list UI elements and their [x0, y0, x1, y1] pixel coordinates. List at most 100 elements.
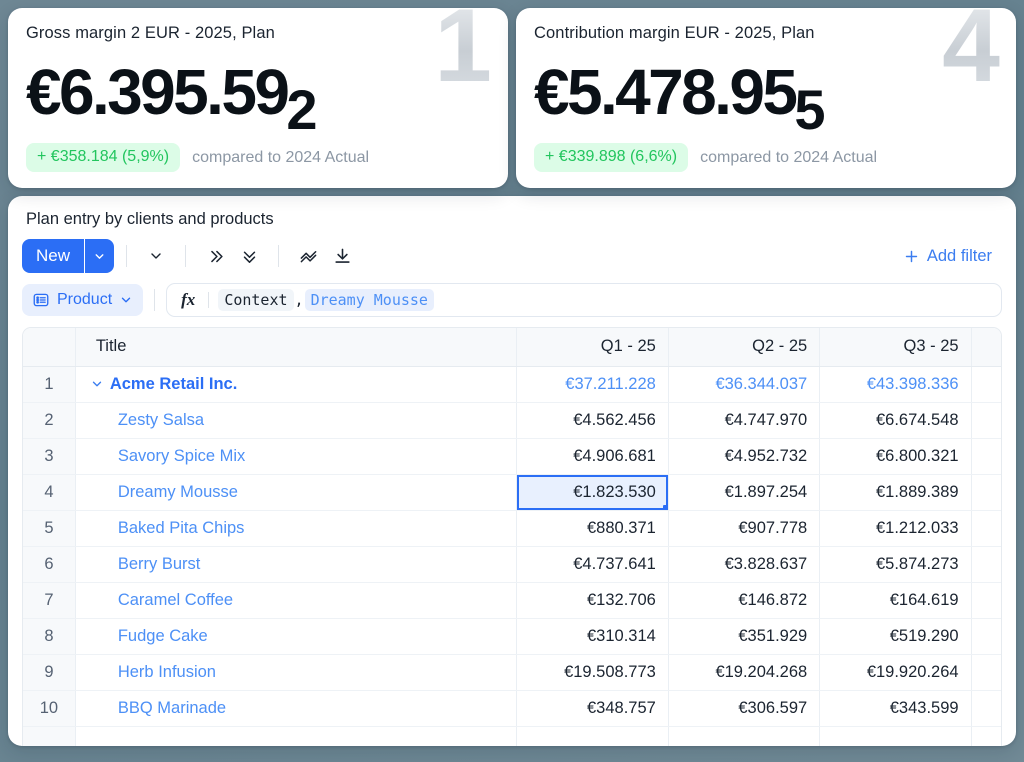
row-title-cell[interactable]: Zesty Salsa — [75, 402, 518, 439]
value-cell[interactable]: €907.778 — [668, 510, 821, 547]
value-cell[interactable]: €19.508.773 — [516, 654, 669, 691]
row-number[interactable]: 3 — [23, 438, 76, 475]
row-expander-chevron-down-icon[interactable] — [88, 375, 106, 393]
add-filter-button[interactable]: Add filter — [893, 247, 1002, 266]
row-number[interactable]: 7 — [23, 582, 76, 619]
row-title-cell[interactable]: BBQ Marinade — [75, 690, 518, 727]
value-cell[interactable]: €310.314 — [516, 618, 669, 655]
row-title-link[interactable]: BBQ Marinade — [118, 699, 226, 718]
table-row[interactable]: 8 Fudge Cake €310.314€351.929€519.290€459.… — [23, 618, 1001, 655]
table-row[interactable]: 7 Caramel Coffee €132.706€146.872€164.619€… — [23, 582, 1001, 619]
table-row[interactable]: 2 Zesty Salsa €4.562.456 €4.747.970 €6.674.5… — [23, 402, 1001, 439]
row-number[interactable]: 8 — [23, 618, 76, 655]
table-row[interactable]: 3 Savory Spice Mix €4.906.681 €4.952.732 €6.… — [23, 438, 1001, 475]
value-cell[interactable]: €21.699.974 — [971, 654, 1001, 691]
selected-value-cell[interactable]: €1.823.530 — [516, 474, 669, 511]
row-title-link[interactable]: Herb Infusion — [118, 663, 216, 682]
value-cell[interactable]: €37.211.228 — [516, 366, 669, 403]
value-cell[interactable]: €6.674.548 — [819, 402, 972, 439]
formula-token-context[interactable]: Context — [218, 288, 294, 312]
value-cell[interactable]: €43.398.336 — [819, 366, 972, 403]
value-cell[interactable]: €1.897.254 — [668, 474, 821, 511]
row-number[interactable]: 9 — [23, 654, 76, 691]
value-cell[interactable]: €100.785 — [971, 582, 1001, 619]
value-cell[interactable]: €4.737.641 — [516, 546, 669, 583]
value-cell[interactable]: €4.631.628 — [971, 438, 1001, 475]
value-cell[interactable]: €1.212.033 — [819, 510, 972, 547]
row-title-cell[interactable]: Fudge Cake — [75, 618, 518, 655]
table-row[interactable]: 6 Berry Burst €4.737.641 €3.828.637 €5.874.2… — [23, 546, 1001, 583]
column-header-q1[interactable]: Q1 - 25 — [516, 328, 669, 367]
row-number[interactable]: 10 — [23, 690, 76, 727]
row-number[interactable]: 6 — [23, 546, 76, 583]
value-cell[interactable]: €2.275.232 — [971, 474, 1001, 511]
row-number[interactable]: 5 — [23, 510, 76, 547]
value-cell[interactable]: €351.929 — [668, 618, 821, 655]
row-title-cell[interactable]: Dreamy Mousse — [75, 474, 518, 511]
data-grid-container[interactable]: Title Q1 - 25 Q2 - 25 Q3 - 25 Q4 - 25 1 A… — [22, 327, 1002, 746]
value-cell[interactable]: €1.889.389 — [819, 474, 972, 511]
value-cell[interactable]: €146.872 — [668, 582, 821, 619]
value-cell[interactable]: €343.599 — [819, 690, 972, 727]
value-cell[interactable]: €4.906.681 — [516, 438, 669, 475]
table-row[interactable]: 9 Herb Infusion €19.508.773 €19.204.268 €19.… — [23, 654, 1001, 691]
row-title-cell[interactable]: Acme Retail Inc. — [75, 366, 518, 403]
row-title-link[interactable]: Savory Spice Mix — [118, 447, 245, 466]
row-number[interactable]: 4 — [23, 474, 76, 511]
value-cell[interactable]: €306.597 — [668, 690, 821, 727]
value-cell[interactable]: €4.562.456 — [516, 402, 669, 439]
value-cell[interactable]: €4.747.970 — [668, 402, 821, 439]
row-title-link[interactable]: Berry Burst — [118, 555, 201, 574]
formula-bar[interactable]: fx Context , Dreamy Mousse — [166, 283, 1002, 317]
value-cell[interactable]: €3.828.637 — [668, 546, 821, 583]
row-title-link[interactable]: Caramel Coffee — [118, 591, 233, 610]
row-title-cell[interactable]: Berry Burst — [75, 546, 518, 583]
dimension-chip-product[interactable]: Product — [22, 284, 144, 316]
table-row[interactable]: 5 Baked Pita Chips €880.371 €907.778 €1.212.… — [23, 510, 1001, 547]
value-cell[interactable]: €19.204.268 — [668, 654, 821, 691]
value-cell[interactable]: €4.952.732 — [668, 438, 821, 475]
fill-handle[interactable] — [662, 504, 668, 509]
row-title-link[interactable]: Fudge Cake — [118, 627, 208, 646]
value-cell[interactable]: €19.920.264 — [819, 654, 972, 691]
row-title-cell[interactable]: Savory Spice Mix — [75, 438, 518, 475]
formula-token-value[interactable]: Dreamy Mousse — [304, 288, 434, 312]
row-title-link[interactable]: Dreamy Mousse — [118, 483, 238, 502]
row-title-cell[interactable]: Baked Pita Chips — [75, 510, 518, 547]
value-cell[interactable]: €36.344.037 — [668, 366, 821, 403]
column-header-q4[interactable]: Q4 - 25 — [971, 328, 1001, 367]
table-row[interactable]: 4 Dreamy Mousse €1.823.530 €1.897.254 €1.889… — [23, 474, 1001, 511]
table-row[interactable]: 10 BBQ Marinade €348.757€306.597€343.599€6… — [23, 690, 1001, 727]
view-dropdown-button[interactable] — [139, 239, 173, 273]
download-button[interactable] — [325, 239, 359, 273]
row-title-cell[interactable]: Herb Infusion — [75, 654, 518, 691]
value-cell[interactable]: €880.371 — [516, 510, 669, 547]
new-dropdown-button[interactable] — [84, 239, 114, 273]
row-number[interactable]: 2 — [23, 402, 76, 439]
collapse-all-button[interactable] — [198, 239, 232, 273]
expand-all-button[interactable] — [232, 239, 266, 273]
row-number[interactable]: 1 — [23, 366, 76, 403]
value-cell[interactable]: €42.721.951 — [971, 366, 1001, 403]
trend-chart-button[interactable] — [291, 239, 325, 273]
row-title-link[interactable]: Acme Retail Inc. — [110, 375, 237, 394]
row-title-link[interactable]: Baked Pita Chips — [118, 519, 245, 538]
value-cell[interactable]: €634.960 — [971, 690, 1001, 727]
new-split-button[interactable]: New — [22, 239, 115, 273]
table-row[interactable]: 1 Acme Retail Inc. €37.211.228 €36.344.037 €… — [23, 366, 1001, 403]
value-cell[interactable]: €5.274.588 — [971, 402, 1001, 439]
value-cell[interactable]: €635.547 — [971, 510, 1001, 547]
value-cell[interactable]: €348.757 — [516, 690, 669, 727]
column-header-title[interactable]: Title — [75, 328, 518, 367]
value-cell[interactable]: €164.619 — [819, 582, 972, 619]
new-button[interactable]: New — [22, 239, 84, 273]
value-cell[interactable]: €6.800.321 — [819, 438, 972, 475]
value-cell[interactable]: €5.874.273 — [819, 546, 972, 583]
value-cell[interactable]: €7.009.699 — [971, 546, 1001, 583]
column-header-q3[interactable]: Q3 - 25 — [819, 328, 972, 367]
value-cell[interactable]: €459.538 — [971, 618, 1001, 655]
column-header-q2[interactable]: Q2 - 25 — [668, 328, 821, 367]
row-title-cell[interactable]: Caramel Coffee — [75, 582, 518, 619]
value-cell[interactable]: €519.290 — [819, 618, 972, 655]
value-cell[interactable]: €132.706 — [516, 582, 669, 619]
